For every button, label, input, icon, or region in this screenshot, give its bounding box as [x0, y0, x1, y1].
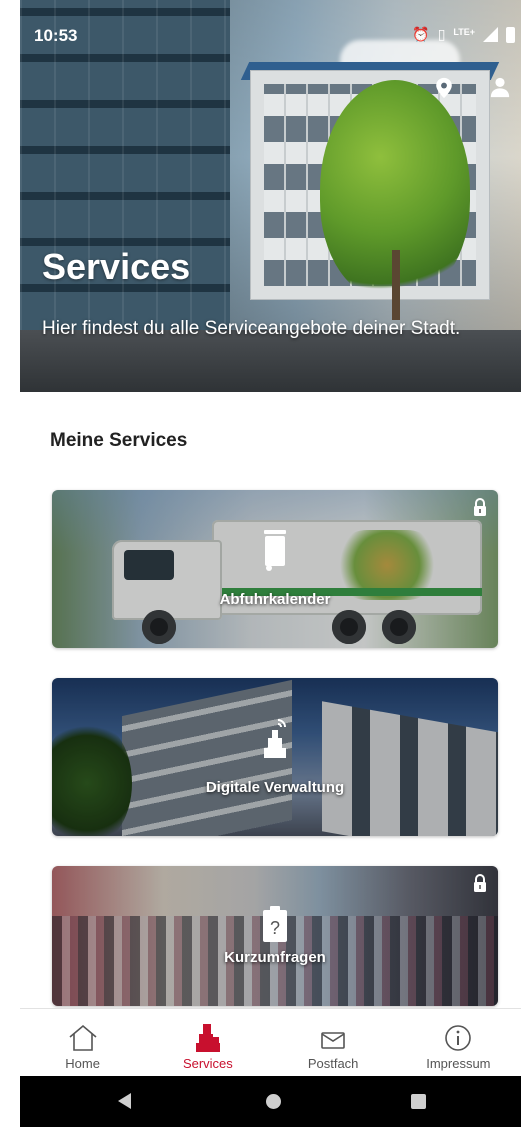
lock-icon: [474, 874, 486, 892]
nav-label: Services: [182, 1056, 233, 1071]
page-subtitle: Hier findest du alle Serviceangebote dei…: [42, 318, 461, 339]
nav-item-impressum[interactable]: Impressum: [396, 1009, 521, 1076]
services-icon: [195, 1024, 220, 1052]
status-icons: ⏰ ▯ LTE+: [412, 26, 515, 43]
back-icon[interactable]: [118, 1093, 131, 1109]
vibrate-icon: ▯: [437, 26, 446, 42]
service-card-kurzumfragen[interactable]: ? Kurzumfragen: [52, 866, 498, 1006]
service-card-digitale-verwaltung[interactable]: Digitale Verwaltung: [52, 678, 498, 836]
mail-icon: [321, 1032, 345, 1049]
nav-label: Home: [65, 1056, 100, 1071]
trash-bin-icon: [264, 530, 286, 571]
status-bar: 10:53 ⏰ ▯ LTE+: [20, 18, 521, 52]
service-card-abfuhrkalender[interactable]: Abfuhrkalender: [52, 490, 498, 648]
user-profile-icon[interactable]: [489, 76, 511, 98]
signal-icon: [483, 27, 498, 42]
nav-item-services[interactable]: Services: [145, 1009, 270, 1076]
section-title: Meine Services: [50, 430, 188, 451]
nav-label: Impressum: [426, 1056, 491, 1071]
nav-item-home[interactable]: Home: [20, 1009, 145, 1076]
status-time: 10:53: [34, 26, 78, 45]
hero-actions: [20, 72, 521, 102]
clipboard-question-icon: ?: [263, 906, 287, 942]
nav-label: Postfach: [307, 1056, 359, 1071]
screen-left-margin: [0, 0, 20, 1127]
lock-icon: [474, 498, 486, 516]
svg-text:?: ?: [270, 918, 280, 938]
location-pin-icon[interactable]: [433, 76, 455, 100]
service-card-label: Abfuhrkalender: [219, 591, 331, 608]
home-circle-icon[interactable]: [266, 1094, 281, 1109]
app-screen: 10:53 ⏰ ▯ LTE+ Services Hier findest du …: [0, 0, 521, 1127]
battery-icon: [506, 26, 515, 43]
nav-item-postfach[interactable]: Postfach: [271, 1009, 396, 1076]
info-icon: [445, 1025, 472, 1051]
service-card-label: Kurzumfragen: [224, 949, 326, 966]
hero-tree-trunk: [392, 250, 400, 320]
alarm-icon: ⏰: [412, 26, 430, 42]
system-navigation-bar: [20, 1076, 521, 1127]
digital-town-hall-icon: [264, 719, 286, 758]
page-title: Services: [42, 246, 191, 287]
recent-apps-icon[interactable]: [411, 1094, 426, 1109]
network-type-label: LTE+: [453, 26, 475, 37]
home-icon: [69, 1024, 97, 1051]
service-card-label: Digitale Verwaltung: [205, 779, 345, 796]
bottom-navigation: Home Services Postfach Impressum: [20, 1008, 521, 1076]
